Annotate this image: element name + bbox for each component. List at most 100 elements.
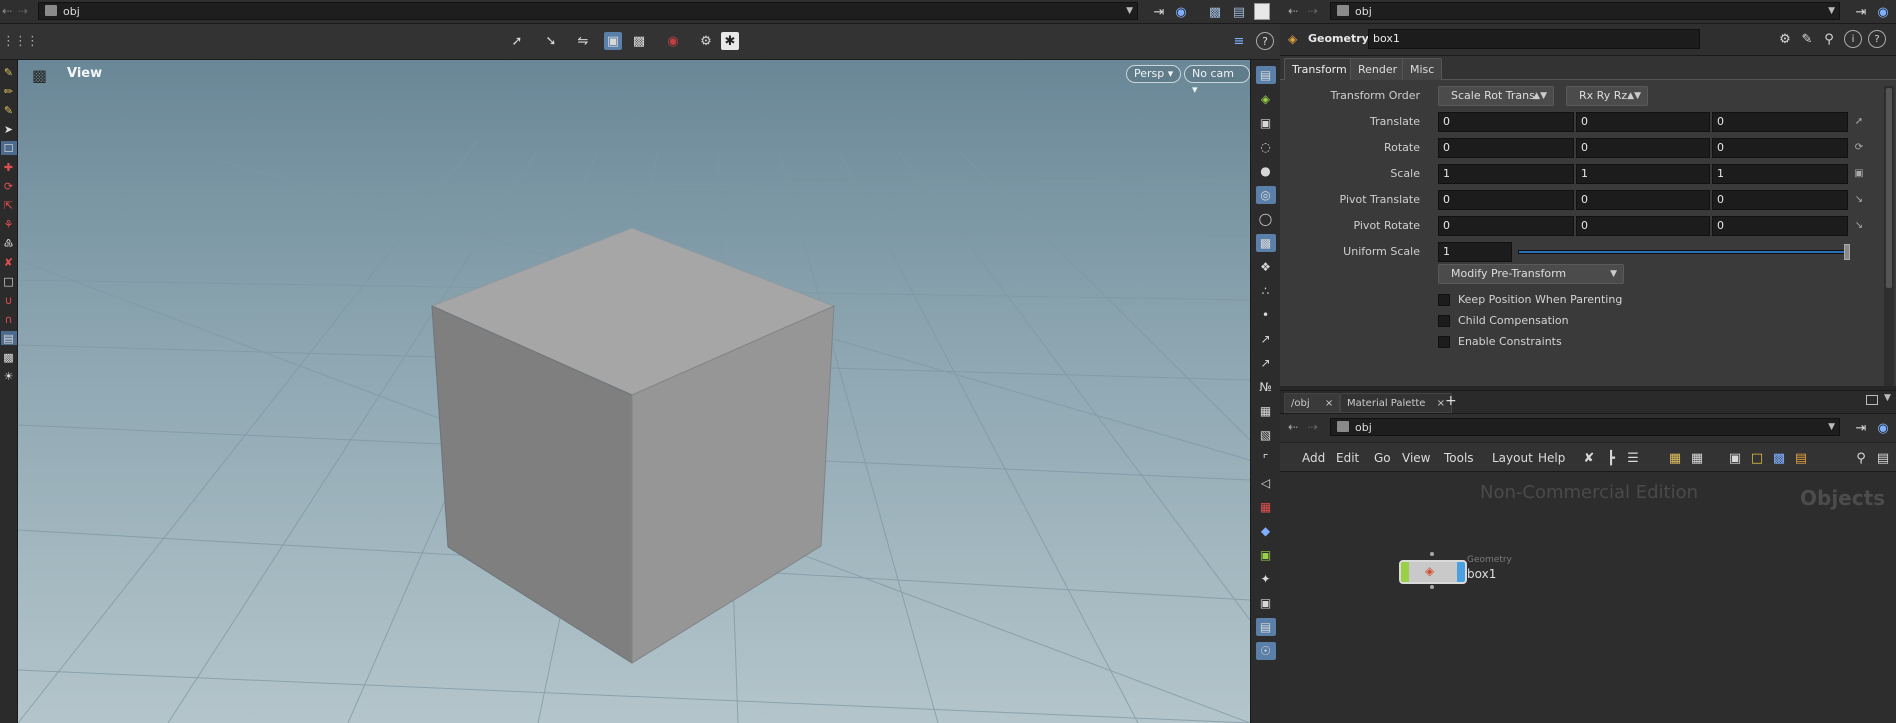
tab-misc[interactable]: Misc	[1402, 58, 1443, 80]
geometry-display-icon[interactable]: ◈	[1256, 90, 1276, 108]
pin-icon[interactable]: ⇥	[1852, 419, 1870, 437]
camera-display-icon[interactable]: ▩	[1255, 234, 1276, 252]
parameter-path-field[interactable]: obj ▼	[1330, 2, 1840, 20]
pivot-rotate-y-field[interactable]: 0	[1576, 216, 1710, 236]
camera-menu-button[interactable]: No cam ▾	[1184, 65, 1250, 96]
particles-icon[interactable]: ∴	[1256, 282, 1276, 300]
close-icon[interactable]: ×	[1325, 398, 1333, 409]
ghost-icon[interactable]: ◌	[1256, 138, 1276, 156]
node-output-connector[interactable]	[1430, 585, 1434, 589]
pane-menu-icon[interactable]: ▼	[1884, 393, 1891, 403]
translate-x-field[interactable]: 0	[1438, 112, 1574, 132]
pivot-rotate-x-field[interactable]: 0	[1438, 216, 1574, 236]
forward-arrow-icon[interactable]: ⇢	[1308, 4, 1318, 18]
back-arrow-icon[interactable]: ⇠	[2, 4, 12, 18]
path-dropdown-icon[interactable]: ▼	[1828, 3, 1835, 20]
menu-help[interactable]: Help	[1538, 448, 1565, 468]
rotate-handle-icon[interactable]: ⟳	[1852, 141, 1866, 155]
uv-display-icon[interactable]: ▣	[1256, 546, 1276, 564]
normal-display-icon[interactable]: ↗	[1256, 330, 1276, 348]
rotate-x-field[interactable]: 0	[1438, 138, 1574, 158]
tab-transform[interactable]: Transform	[1284, 58, 1355, 80]
hull-display-icon[interactable]: ▦	[1256, 402, 1276, 420]
uniform-scale-field[interactable]: 1	[1438, 242, 1512, 262]
background-display-icon[interactable]: ◆	[1256, 522, 1276, 540]
wrench-icon[interactable]: ✘	[1580, 449, 1598, 467]
parameter-scrollbar[interactable]	[1884, 86, 1894, 386]
magnet-tool-icon[interactable]: ∪	[1, 293, 17, 307]
camera-icon[interactable]: ▩	[1, 350, 17, 364]
network-path-field[interactable]: obj ▼	[1330, 418, 1840, 436]
tree-view-icon[interactable]: ┣	[1602, 449, 1620, 467]
list-view-icon[interactable]: ☰	[1624, 449, 1642, 467]
grip-icon[interactable]: ⋮⋮⋮	[2, 34, 39, 49]
asset-icon[interactable]: ▤	[1792, 449, 1810, 467]
pose-tool-icon[interactable]: ♷	[1, 236, 17, 250]
scale-y-field[interactable]: 1	[1576, 164, 1710, 184]
gear-icon[interactable]: ⚙	[1776, 30, 1794, 48]
translate-y-field[interactable]: 0	[1576, 112, 1710, 132]
node-display-flag[interactable]	[1401, 562, 1409, 582]
node-name-field[interactable]: box1	[1368, 29, 1700, 49]
render-view-display-icon[interactable]: ▤	[1255, 618, 1276, 636]
path-dropdown-icon[interactable]: ▼	[1828, 419, 1835, 436]
visualizer-icon[interactable]: ❖	[1256, 258, 1276, 276]
back-arrow-icon[interactable]: ⇠	[1288, 420, 1298, 434]
scrollbar-thumb[interactable]	[1886, 88, 1892, 288]
menu-layout[interactable]: Layout	[1492, 448, 1533, 468]
pivot-rotate-handle-icon[interactable]: ↘	[1852, 219, 1866, 233]
close-icon[interactable]: ×	[1437, 398, 1445, 409]
tab-render[interactable]: Render	[1350, 58, 1406, 80]
tab-material-palette[interactable]: Material Palette ×	[1340, 393, 1453, 413]
pivot-translate-x-field[interactable]: 0	[1438, 190, 1574, 210]
forward-arrow-icon[interactable]: ⇢	[18, 4, 28, 18]
scale-z-field[interactable]: 1	[1712, 164, 1848, 184]
render-region-icon[interactable]: ✱	[721, 32, 739, 50]
texture-display-icon[interactable]: ▧	[1256, 426, 1276, 444]
bounding-box-icon[interactable]: ⌜	[1256, 450, 1276, 468]
rotate-z-field[interactable]: 0	[1712, 138, 1848, 158]
maximize-pane-icon[interactable]	[1866, 395, 1878, 405]
menu-edit[interactable]: Edit	[1336, 448, 1359, 468]
pin-icon[interactable]: ⇥	[1852, 3, 1870, 21]
display-options-icon[interactable]: ▩	[1206, 3, 1224, 21]
paint-tool-icon[interactable]: ✎	[1, 103, 17, 117]
background-color-swatch[interactable]	[1254, 3, 1270, 20]
transform-handle-icon[interactable]: ➘	[542, 32, 560, 50]
pin-icon[interactable]: ⇥	[1150, 3, 1168, 21]
select-tool-icon[interactable]: ➚	[508, 32, 526, 50]
menu-go[interactable]: Go	[1374, 448, 1391, 468]
snap-tool-icon[interactable]: ∩	[1, 312, 17, 326]
help-icon[interactable]: ?	[1868, 30, 1886, 48]
lock-icon[interactable]: ▣	[1256, 114, 1276, 132]
select-arrow-icon[interactable]: ➤	[1, 122, 17, 136]
pivot-translate-z-field[interactable]: 0	[1712, 190, 1848, 210]
move-tool-icon[interactable]: ✚	[1, 160, 17, 174]
sticky-note-icon[interactable]: □	[1748, 449, 1766, 467]
rotate-order-dropdown[interactable]: Rx Ry Rz ▲▼	[1566, 86, 1648, 106]
light-icon[interactable]: ☀	[1, 369, 17, 383]
handle-tool-icon[interactable]: ⚘	[1, 217, 17, 231]
scale-x-field[interactable]: 1	[1438, 164, 1574, 184]
camera-tool-icon[interactable]: ▩	[630, 32, 648, 50]
snap-icon[interactable]: ⇋	[574, 32, 592, 50]
image-icon[interactable]: ▩	[1770, 449, 1788, 467]
color-palette-icon[interactable]: ▦	[1666, 449, 1684, 467]
translate-handle-icon[interactable]: ➚	[1852, 115, 1866, 129]
path-dropdown-icon[interactable]: ▼	[1126, 3, 1133, 20]
wireframe-icon[interactable]: ◎	[1255, 186, 1276, 204]
forward-arrow-icon[interactable]: ⇢	[1308, 420, 1318, 434]
screen-icon[interactable]: ▤	[1230, 3, 1248, 21]
cube-mesh[interactable]	[430, 227, 836, 664]
location-icon[interactable]: ☉	[1255, 642, 1276, 660]
link-icon[interactable]: ◉	[1874, 3, 1892, 21]
geometry-node[interactable]: ◈	[1399, 560, 1467, 584]
pivot-translate-y-field[interactable]: 0	[1576, 190, 1710, 210]
network-box-icon[interactable]: ▣	[1726, 449, 1744, 467]
rotate-tool-icon[interactable]: ⟳	[1, 179, 17, 193]
fog-icon[interactable]: ◁	[1256, 474, 1276, 492]
pivot-handle-icon[interactable]: ↘	[1852, 193, 1866, 207]
grid-icon[interactable]: ▦	[1688, 449, 1706, 467]
scale-tool-icon[interactable]: ⇱	[1, 198, 17, 212]
menu-add[interactable]: Add	[1302, 448, 1325, 468]
